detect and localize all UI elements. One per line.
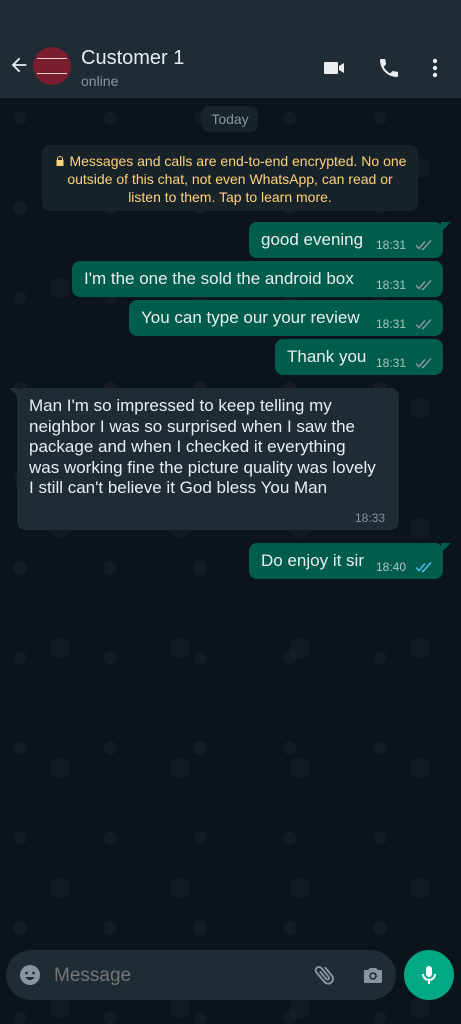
- message-time: 18:40: [376, 560, 407, 574]
- more-options-icon[interactable]: [423, 56, 447, 80]
- contact-name[interactable]: Customer 1: [81, 47, 184, 70]
- phone-icon[interactable]: [377, 56, 401, 80]
- message-outgoing[interactable]: Thank you 18:31: [275, 339, 443, 375]
- message-time: 18:31: [376, 317, 407, 331]
- mic-icon: [422, 966, 436, 984]
- message-text: I'm the one the sold the android box: [84, 269, 354, 288]
- bubble-tail: [441, 222, 451, 232]
- avatar-logo-icon: [37, 58, 67, 74]
- message-time: 18:33: [355, 511, 386, 525]
- mic-button[interactable]: [404, 950, 454, 1000]
- message-text: Do enjoy it sir: [261, 551, 364, 570]
- message-text: Thank you: [287, 347, 367, 366]
- message-outgoing[interactable]: Do enjoy it sir 18:40: [249, 543, 443, 579]
- attach-icon[interactable]: [312, 962, 338, 988]
- message-time: 18:31: [376, 278, 407, 292]
- bubble-tail: [9, 388, 19, 398]
- double-tick-icon: [415, 240, 432, 251]
- contact-status: online: [81, 73, 119, 89]
- message-outgoing[interactable]: You can type our your review 18:31: [129, 300, 443, 336]
- back-arrow-icon[interactable]: [8, 54, 30, 76]
- video-call-icon[interactable]: [322, 56, 346, 80]
- double-tick-icon: [415, 562, 432, 573]
- message-outgoing[interactable]: I'm the one the sold the android box 18:…: [72, 261, 443, 297]
- encryption-text: Messages and calls are end-to-end encryp…: [67, 153, 407, 205]
- message-text: You can type our your review: [141, 308, 360, 327]
- message-text: good evening: [261, 230, 364, 249]
- lock-icon: [56, 156, 64, 166]
- double-tick-icon: [415, 358, 432, 369]
- emoji-icon[interactable]: [18, 963, 42, 987]
- message-time: 18:31: [376, 238, 407, 252]
- encryption-notice[interactable]: Messages and calls are end-to-end encryp…: [42, 145, 418, 211]
- camera-icon[interactable]: [361, 963, 385, 987]
- message-time: 18:31: [376, 356, 407, 370]
- bubble-tail: [441, 543, 451, 553]
- message-outgoing[interactable]: good evening 18:31: [249, 222, 443, 258]
- message-text: Man I'm so impressed to keep telling my …: [29, 396, 376, 497]
- double-tick-icon: [415, 319, 432, 330]
- double-tick-icon: [415, 280, 432, 291]
- message-incoming[interactable]: Man I'm so impressed to keep telling my …: [17, 388, 399, 530]
- chat-header: Customer 1 online: [0, 0, 461, 98]
- avatar[interactable]: [33, 47, 71, 85]
- message-input[interactable]: [52, 960, 306, 992]
- date-divider: Today: [202, 106, 258, 132]
- message-composer[interactable]: [6, 950, 396, 1000]
